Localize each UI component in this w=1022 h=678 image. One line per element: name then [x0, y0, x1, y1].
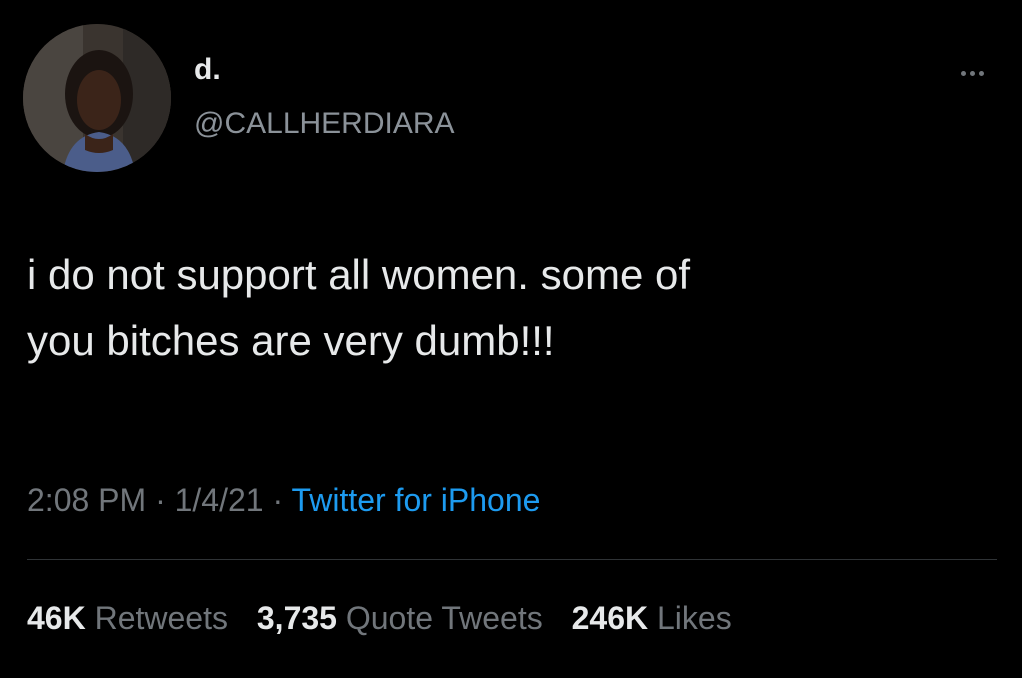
meta-separator: · — [263, 482, 292, 518]
tweet-source-link[interactable]: Twitter for iPhone — [291, 482, 540, 518]
divider — [27, 559, 997, 560]
retweets-count: 46K — [27, 600, 86, 636]
likes-count: 246K — [571, 600, 649, 636]
tweet-time[interactable]: 2:08 PM — [27, 482, 146, 518]
tweet-meta: 2:08 PM · 1/4/21 · Twitter for iPhone — [27, 478, 540, 522]
tweet-text-line: i do not support all women. some of — [27, 251, 691, 298]
display-name[interactable]: d. — [194, 52, 221, 88]
likes-stat[interactable]: 246K Likes — [572, 600, 732, 636]
quote-tweets-label: Quote Tweets — [345, 600, 543, 636]
meta-separator: · — [146, 482, 175, 518]
tweet-text: i do not support all women. some of you … — [27, 242, 987, 374]
more-dots-icon — [969, 70, 975, 76]
retweets-label: Retweets — [94, 600, 228, 636]
retweets-stat[interactable]: 46K Retweets — [27, 600, 228, 636]
profile-photo-icon — [23, 24, 171, 172]
quote-tweets-count: 3,735 — [256, 600, 337, 636]
quote-tweets-stat[interactable]: 3,735 Quote Tweets — [257, 600, 543, 636]
avatar[interactable] — [23, 24, 171, 172]
tweet-card: d. @CALLHERDIARA i do not support all wo… — [0, 0, 1022, 678]
more-dots-icon — [978, 70, 984, 76]
tweet-text-line: you bitches are very dumb!!! — [27, 317, 555, 364]
tweet-stats: 46K Retweets 3,735 Quote Tweets 246K Lik… — [27, 596, 752, 640]
tweet-date[interactable]: 1/4/21 — [175, 482, 264, 518]
likes-label: Likes — [656, 600, 732, 636]
user-handle[interactable]: @CALLHERDIARA — [194, 106, 455, 142]
more-dots-icon — [960, 70, 966, 76]
more-options-button[interactable] — [950, 60, 994, 86]
